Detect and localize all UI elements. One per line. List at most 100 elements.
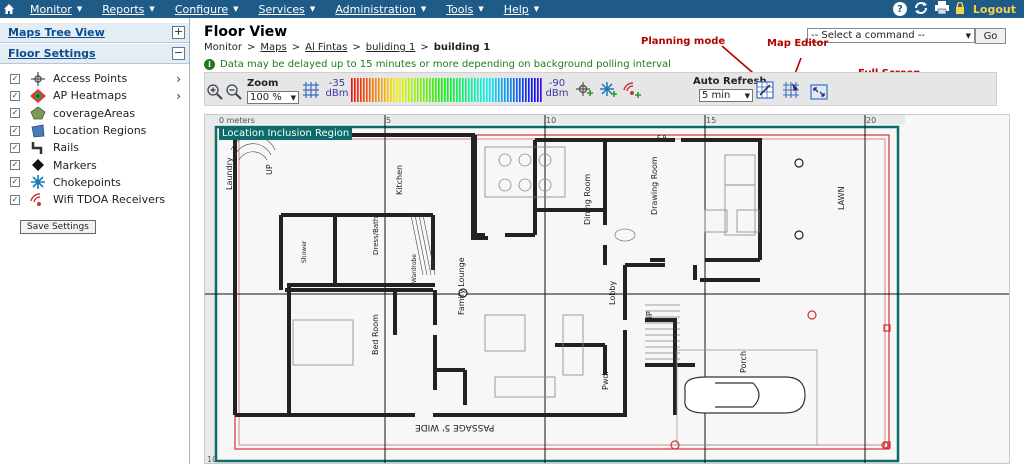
menu-services[interactable]: Services ▼ bbox=[259, 3, 324, 16]
chevron-right-icon[interactable]: › bbox=[176, 72, 181, 86]
layer-label: Wifi TDOA Receivers bbox=[53, 193, 166, 207]
spectrum-stripe bbox=[420, 78, 422, 102]
menu-label: Monitor bbox=[30, 2, 72, 16]
layer-access-points: ✓ Access Points › bbox=[10, 70, 189, 87]
access-point-tool-icon[interactable] bbox=[575, 81, 593, 99]
spectrum-stripe bbox=[489, 78, 491, 102]
coverage-area-icon bbox=[30, 106, 46, 120]
spectrum-stripe bbox=[360, 78, 362, 102]
grid-icon[interactable] bbox=[302, 81, 320, 99]
wifi-tdoa-icon bbox=[30, 193, 46, 207]
zoom-select[interactable]: 100 % ▼ bbox=[247, 91, 299, 104]
spectrum-stripe bbox=[426, 78, 428, 102]
collapse-button[interactable]: − bbox=[172, 47, 185, 60]
room-label: Dress/Bath bbox=[372, 216, 380, 255]
breadcrumb-link[interactable]: Al Fintas bbox=[305, 42, 347, 53]
spectrum-stripe bbox=[408, 78, 410, 102]
room-label: Wardrobe bbox=[411, 254, 418, 283]
logout-icon[interactable] bbox=[955, 1, 965, 17]
expand-button[interactable]: + bbox=[172, 26, 185, 39]
checkbox[interactable]: ✓ bbox=[10, 177, 20, 188]
planning-mode-icon[interactable] bbox=[756, 81, 774, 99]
spectrum-stripe bbox=[357, 78, 359, 102]
auto-refresh-select[interactable]: 5 min ▼ bbox=[699, 89, 753, 102]
info-icon: i bbox=[204, 58, 215, 70]
map-editor-icon[interactable] bbox=[782, 81, 800, 99]
layer-location-regions: ✓ Location Regions bbox=[10, 122, 189, 139]
command-select[interactable]: -- Select a command -- ▼ bbox=[807, 28, 975, 43]
floor-settings-header[interactable]: Floor Settings − bbox=[0, 44, 189, 64]
main-menu: Monitor ▼ Reports ▼ Configure ▼ Services ▼ A… bbox=[18, 0, 547, 18]
menu-label: Tools bbox=[446, 2, 474, 16]
checkbox[interactable]: ✓ bbox=[10, 108, 20, 119]
full-screen-icon[interactable] bbox=[810, 83, 828, 101]
menu-tools[interactable]: Tools ▼ bbox=[446, 3, 492, 16]
refresh-icon[interactable] bbox=[913, 1, 929, 18]
go-button[interactable]: Go bbox=[975, 28, 1006, 44]
home-icon[interactable] bbox=[0, 0, 18, 18]
ruler-label-x-0: 0 meters bbox=[219, 116, 255, 125]
layer-label: Markers bbox=[53, 158, 97, 172]
ruler-label-y-10: 10 bbox=[207, 455, 218, 464]
layer-chokepoints: ✓ Chokepoints bbox=[10, 174, 189, 191]
spectrum-stripe bbox=[396, 78, 398, 102]
chevron-down-icon: ▼ bbox=[420, 5, 427, 13]
location-region-label[interactable]: Location Inclusion Region bbox=[219, 126, 353, 140]
zoom-out-icon[interactable] bbox=[225, 83, 243, 101]
breadcrumb-item: Monitor bbox=[204, 42, 243, 53]
save-settings-button[interactable]: Save Settings bbox=[20, 220, 96, 235]
chevron-right-icon[interactable]: › bbox=[176, 89, 181, 103]
maps-tree-header[interactable]: Maps Tree View + bbox=[0, 23, 189, 43]
spectrum-stripe bbox=[450, 78, 452, 102]
layer-label: Location Regions bbox=[53, 124, 147, 138]
menu-configure[interactable]: Configure ▼ bbox=[175, 3, 247, 16]
floor-map[interactable]: 0 meters 5 10 15 20 10 Laundry Kitchen D… bbox=[204, 114, 1010, 464]
ruler-label-x-20: 20 bbox=[866, 116, 877, 125]
breadcrumb-link[interactable]: buliding 1 bbox=[366, 42, 416, 53]
logout-link[interactable]: Logout bbox=[973, 3, 1016, 16]
layer-label: Access Points bbox=[53, 72, 128, 86]
zoom-label: Zoom bbox=[247, 78, 279, 89]
breadcrumb-link[interactable]: Maps bbox=[260, 42, 286, 53]
chokepoint-tool-icon[interactable] bbox=[599, 81, 617, 99]
menu-reports[interactable]: Reports ▼ bbox=[102, 3, 163, 16]
menu-help[interactable]: Help ▼ bbox=[504, 3, 547, 16]
floor-settings-link[interactable]: Floor Settings bbox=[8, 47, 96, 60]
checkbox[interactable]: ✓ bbox=[10, 160, 20, 171]
map-toolbar: Zoom 100 % ▼ -35 dBm -90 dBm Auto Refres… bbox=[204, 72, 997, 106]
room-label: Pwdr bbox=[601, 370, 610, 390]
room-label: UP bbox=[645, 311, 654, 322]
spectrum-stripe bbox=[375, 78, 377, 102]
spectrum-stripe bbox=[525, 78, 527, 102]
checkbox[interactable]: ✓ bbox=[10, 142, 20, 153]
room-label: Lobby bbox=[608, 280, 617, 305]
chevron-down-icon: ▼ bbox=[290, 93, 296, 102]
chevron-down-icon: ▼ bbox=[478, 5, 484, 13]
checkbox[interactable]: ✓ bbox=[10, 90, 20, 101]
spectrum-stripe bbox=[498, 78, 500, 102]
spectrum-stripe bbox=[384, 78, 386, 102]
spectrum-stripe bbox=[453, 78, 455, 102]
auto-refresh-value: 5 min bbox=[702, 90, 731, 101]
menu-label: Administration bbox=[335, 2, 416, 16]
maps-tree-link[interactable]: Maps Tree View bbox=[8, 26, 105, 39]
chevron-down-icon: ▼ bbox=[76, 5, 83, 13]
spectrum-stripe bbox=[501, 78, 503, 102]
spectrum-stripe bbox=[486, 78, 488, 102]
print-icon[interactable] bbox=[934, 1, 949, 17]
help-icon[interactable]: ? bbox=[892, 2, 907, 16]
menu-monitor[interactable]: Monitor ▼ bbox=[30, 3, 90, 16]
spectrum-stripe bbox=[369, 78, 371, 102]
checkbox[interactable]: ✓ bbox=[10, 125, 20, 136]
ruler-label-x-10: 10 bbox=[546, 116, 557, 125]
zoom-in-icon[interactable] bbox=[206, 83, 224, 101]
checkbox[interactable]: ✓ bbox=[10, 73, 20, 84]
menu-administration[interactable]: Administration ▼ bbox=[335, 3, 434, 16]
checkbox[interactable]: ✓ bbox=[10, 194, 20, 205]
spectrum-stripe bbox=[465, 78, 467, 102]
wifi-tdoa-tool-icon[interactable] bbox=[623, 81, 641, 99]
chevron-down-icon: ▼ bbox=[744, 91, 750, 100]
layer-ap-heatmaps: ✓ AP Heatmaps › bbox=[10, 87, 189, 104]
spectrum-stripe bbox=[432, 78, 434, 102]
menu-label: Services bbox=[258, 2, 305, 16]
